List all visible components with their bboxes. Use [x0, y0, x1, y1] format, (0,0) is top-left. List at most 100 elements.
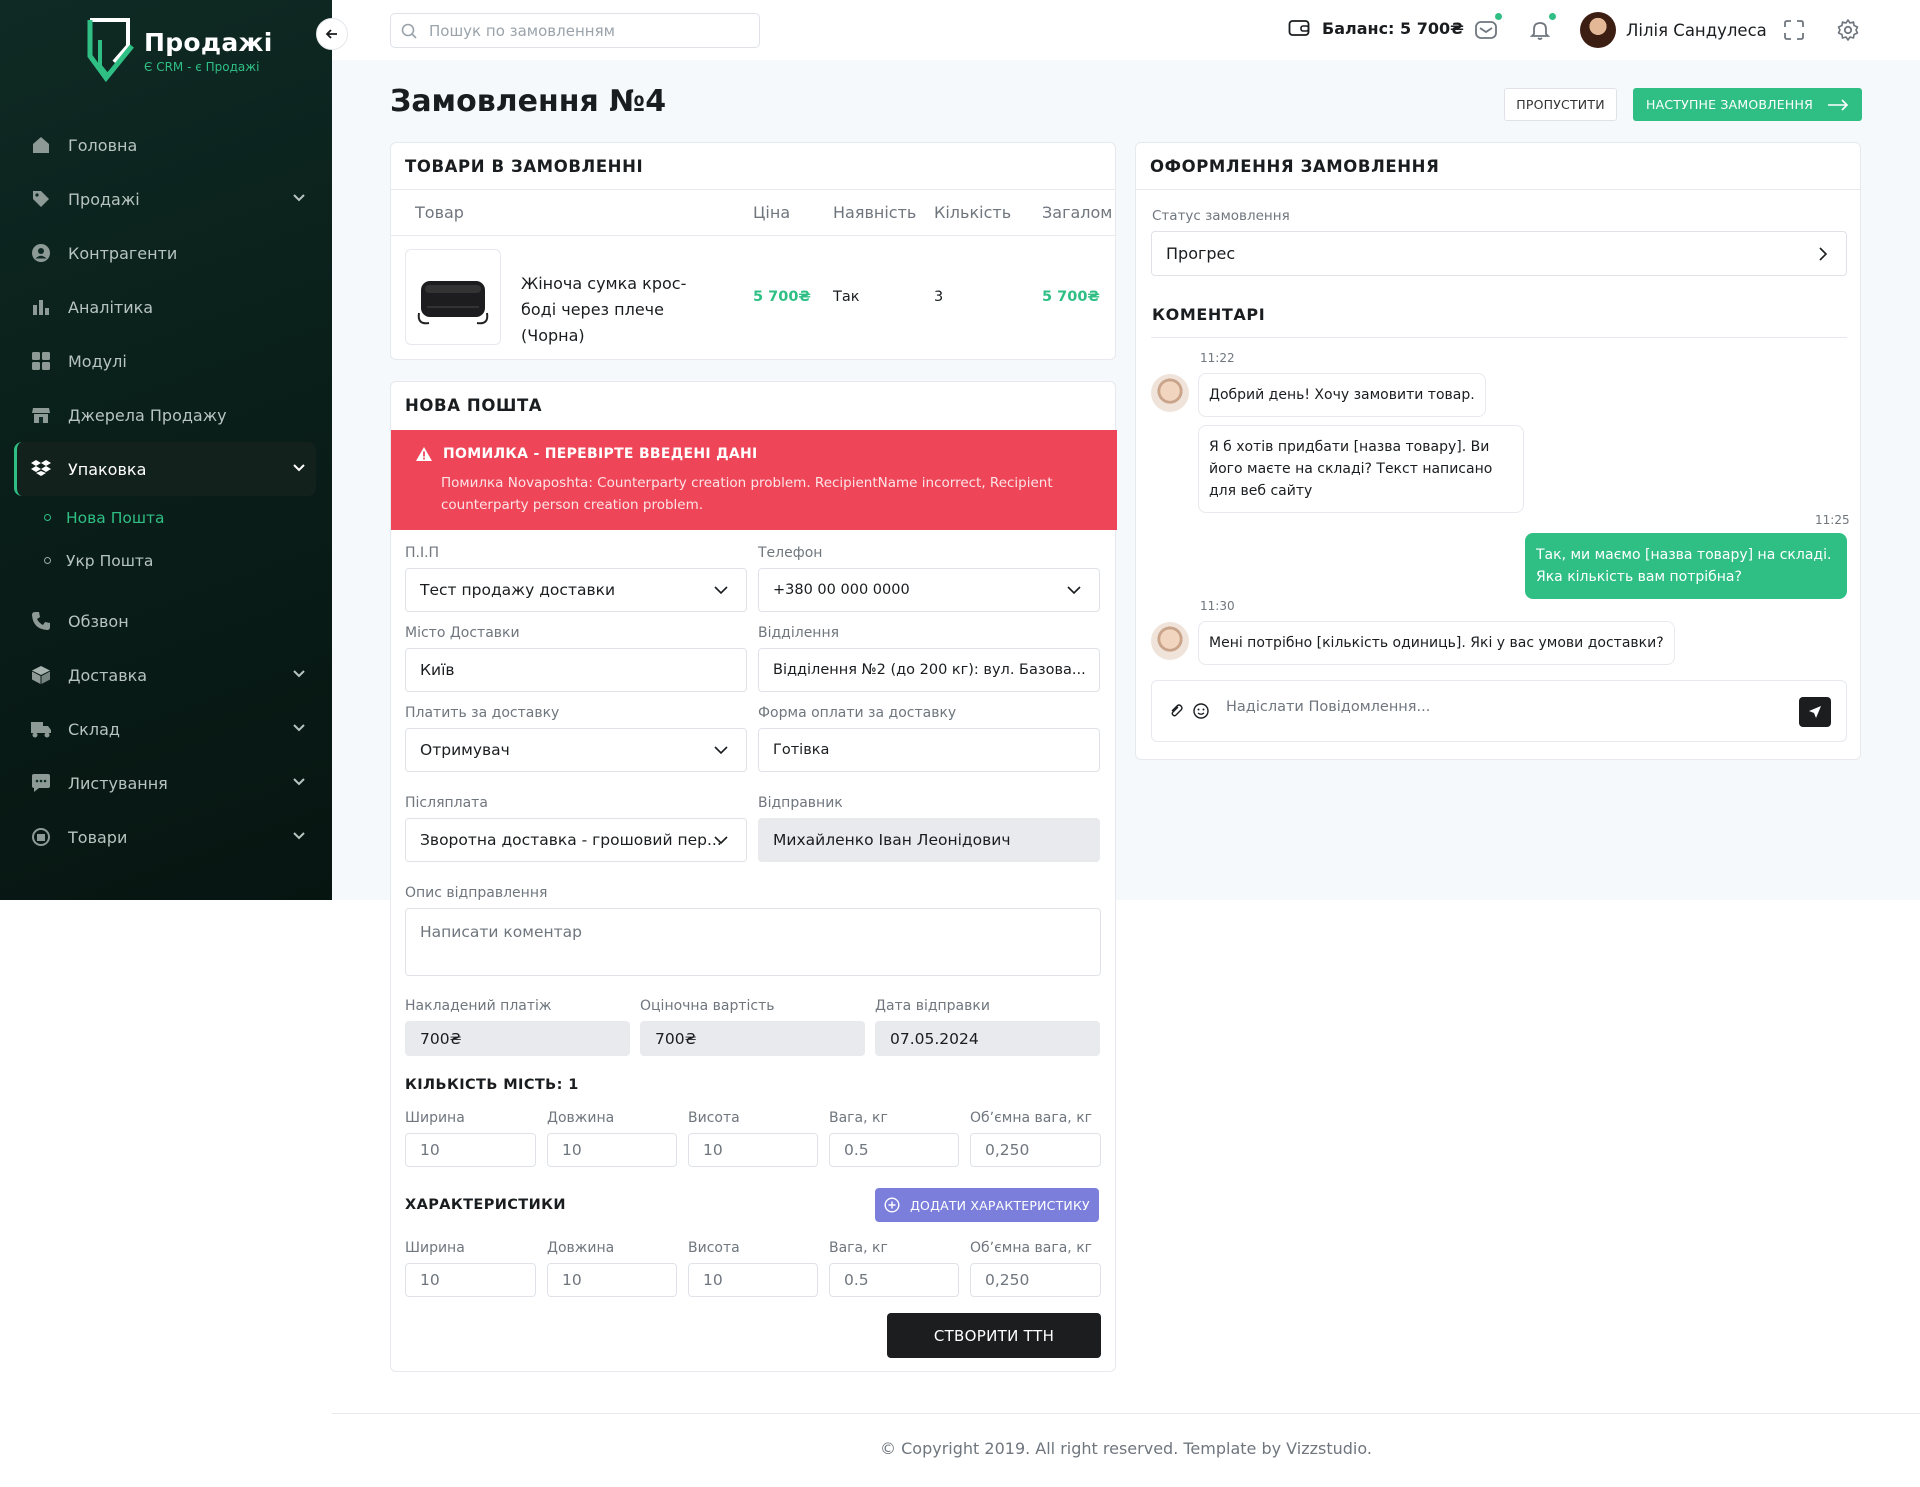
notifications-button[interactable]	[1526, 13, 1556, 44]
phone-select[interactable]: +380 00 000 0000	[758, 568, 1100, 612]
skip-button[interactable]: ПРОПУСТИТИ	[1504, 88, 1617, 121]
sidebar-item-label: Доставка	[68, 665, 148, 685]
sidebar-item-label: Продажі	[68, 189, 140, 209]
sidebar-item-label: Листування	[68, 773, 168, 793]
char-height-input[interactable]: 10	[688, 1263, 818, 1297]
brand[interactable]: Продажі Є CRM - є Продажі	[84, 16, 274, 88]
balance[interactable]: Баланс: 5 700₴	[1288, 18, 1464, 38]
brand-name: Продажі	[144, 28, 273, 57]
settings-button[interactable]	[1834, 16, 1862, 44]
height-input[interactable]: 10	[688, 1133, 818, 1167]
product-name[interactable]: Жіноча сумка крос-боді через плече (Чорн…	[521, 271, 721, 349]
cod-value: Зворотна доставка - грошовий пер...	[420, 831, 722, 849]
cod-select[interactable]: Зворотна доставка - грошовий пер...	[405, 818, 747, 862]
length-input[interactable]: 10	[547, 1133, 677, 1167]
send-button[interactable]	[1799, 697, 1831, 727]
sidebar-item-analytics[interactable]: Аналітика	[14, 280, 316, 334]
sidebar-subitem-nova-poshta[interactable]: Нова Пошта	[14, 496, 316, 539]
estimate-value: 700₴	[655, 1029, 697, 1048]
branch-field[interactable]: Відділення №2 (до 200 кг): вул. Базова..…	[758, 648, 1100, 692]
products-card: ТОВАРИ В ЗАМОВЛЕННІ Товар Ціна Наявність…	[390, 142, 1116, 360]
volume-weight-input[interactable]: 0,250	[970, 1133, 1101, 1167]
product-quantity: 3	[934, 289, 944, 305]
invoice-value: 700₴	[420, 1029, 462, 1048]
payer-select[interactable]: Отримувач	[405, 728, 747, 772]
sidebar-item-delivery[interactable]: Доставка	[14, 648, 316, 702]
column-header-total: Загалом	[1042, 203, 1113, 222]
arrow-left-icon	[325, 29, 337, 39]
column-header-quantity: Кількість	[934, 203, 1012, 222]
sidebar-item-goods[interactable]: Товари	[14, 810, 316, 864]
description-textarea[interactable]	[405, 908, 1101, 976]
search-box[interactable]	[390, 13, 760, 48]
message-time: 11:25	[1815, 513, 1850, 527]
attachment-icon[interactable]	[1168, 703, 1184, 719]
chevron-down-icon	[293, 832, 305, 840]
sidebar-item-warehouse[interactable]: Склад	[14, 702, 316, 756]
chevron-down-icon	[293, 670, 305, 678]
notification-dot	[1495, 13, 1502, 20]
char-label-width: Ширина	[405, 1240, 465, 1256]
phone-value: +380 00 000 0000	[773, 582, 910, 598]
char-weight-input[interactable]: 0.5	[829, 1263, 959, 1297]
weight-input[interactable]: 0.5	[829, 1133, 959, 1167]
dim-label-volume-weight: Обʼємна вага, кг	[970, 1110, 1093, 1126]
sidebar-item-sales[interactable]: Продажі	[14, 172, 316, 226]
bullet-icon	[44, 557, 51, 564]
char-width-input[interactable]: 10	[405, 1263, 536, 1297]
fullscreen-button[interactable]	[1780, 16, 1808, 44]
sidebar-item-messages[interactable]: Листування	[14, 756, 316, 810]
add-characteristic-button[interactable]: ДОДАТИ ХАРАКТЕРИСТИКУ	[875, 1188, 1099, 1222]
sidebar-item-packaging[interactable]: Упаковка	[14, 442, 316, 496]
search-input[interactable]	[429, 21, 749, 40]
chart-icon	[30, 296, 52, 318]
sidebar-subitem-ukr-poshta[interactable]: Укр Пошта	[14, 539, 316, 582]
sidebar-nav: Головна Продажі Контрагенти Аналітика Мо…	[14, 118, 316, 864]
pip-value: Тест продажу доставки	[420, 581, 616, 599]
chevron-down-icon	[293, 464, 305, 472]
message-input[interactable]	[1226, 699, 1776, 715]
pip-select[interactable]: Тест продажу доставки	[405, 568, 747, 612]
divider	[391, 235, 1115, 236]
sidebar-subitem-label: Укр Пошта	[66, 551, 154, 570]
divider	[1151, 337, 1847, 338]
char-volume-weight-input[interactable]: 0,250	[970, 1263, 1101, 1297]
order-card: ОФОРМЛЕННЯ ЗАМОВЛЕННЯ Статус замовлення …	[1135, 142, 1861, 760]
sidebar-collapse-button[interactable]	[316, 18, 348, 50]
chevron-down-icon	[293, 724, 305, 732]
gear-icon	[1837, 19, 1859, 41]
chevron-down-icon	[293, 778, 305, 786]
char-label-volume-weight: Обʼємна вага, кг	[970, 1240, 1093, 1256]
arrow-right-icon	[1827, 98, 1849, 111]
emoji-icon[interactable]	[1192, 702, 1210, 720]
estimate-label: Оціночна вартість	[640, 998, 775, 1014]
sidebar-item-label: Джерела Продажу	[68, 405, 227, 425]
create-ttn-button[interactable]: СТВОРИТИ ТТН	[887, 1313, 1101, 1358]
sidebar-item-modules[interactable]: Модулі	[14, 334, 316, 388]
invoice-label: Накладений платіж	[405, 998, 552, 1014]
bell-icon	[1529, 22, 1551, 40]
sidebar-item-home[interactable]: Головна	[14, 118, 316, 172]
logo-icon	[87, 18, 134, 83]
add-characteristic-label: ДОДАТИ ХАРАКТЕРИСТИКУ	[910, 1197, 1090, 1213]
user-menu[interactable]: Лілія Сандулеса	[1580, 12, 1767, 48]
next-order-button[interactable]: НАСТУПНЕ ЗАМОВЛЕННЯ	[1633, 88, 1862, 121]
sidebar-item-calls[interactable]: Обзвон	[14, 594, 316, 648]
chevron-down-icon	[714, 836, 728, 845]
sidebar-item-sources[interactable]: Джерела Продажу	[14, 388, 316, 442]
brand-tagline: Є CRM - є Продажі	[144, 60, 260, 74]
sidebar-item-contractors[interactable]: Контрагенти	[14, 226, 316, 280]
sidebar-item-label: Упаковка	[68, 459, 147, 479]
payform-field[interactable]: Готівка	[758, 728, 1100, 772]
messages-button[interactable]	[1472, 13, 1502, 44]
chevron-down-icon	[714, 746, 728, 755]
width-input[interactable]: 10	[405, 1133, 536, 1167]
product-image[interactable]	[405, 249, 501, 345]
city-field[interactable]: Київ	[405, 648, 747, 692]
chevron-down-icon	[293, 194, 305, 202]
nova-poshta-card: НОВА ПОШТА ПОМИЛКА - ПЕРЕВІРТЕ ВВЕДЕНІ Д…	[390, 381, 1117, 1372]
nova-poshta-title: НОВА ПОШТА	[405, 396, 543, 415]
char-length-input[interactable]: 10	[547, 1263, 677, 1297]
status-select[interactable]: Прогрес	[1151, 231, 1847, 276]
